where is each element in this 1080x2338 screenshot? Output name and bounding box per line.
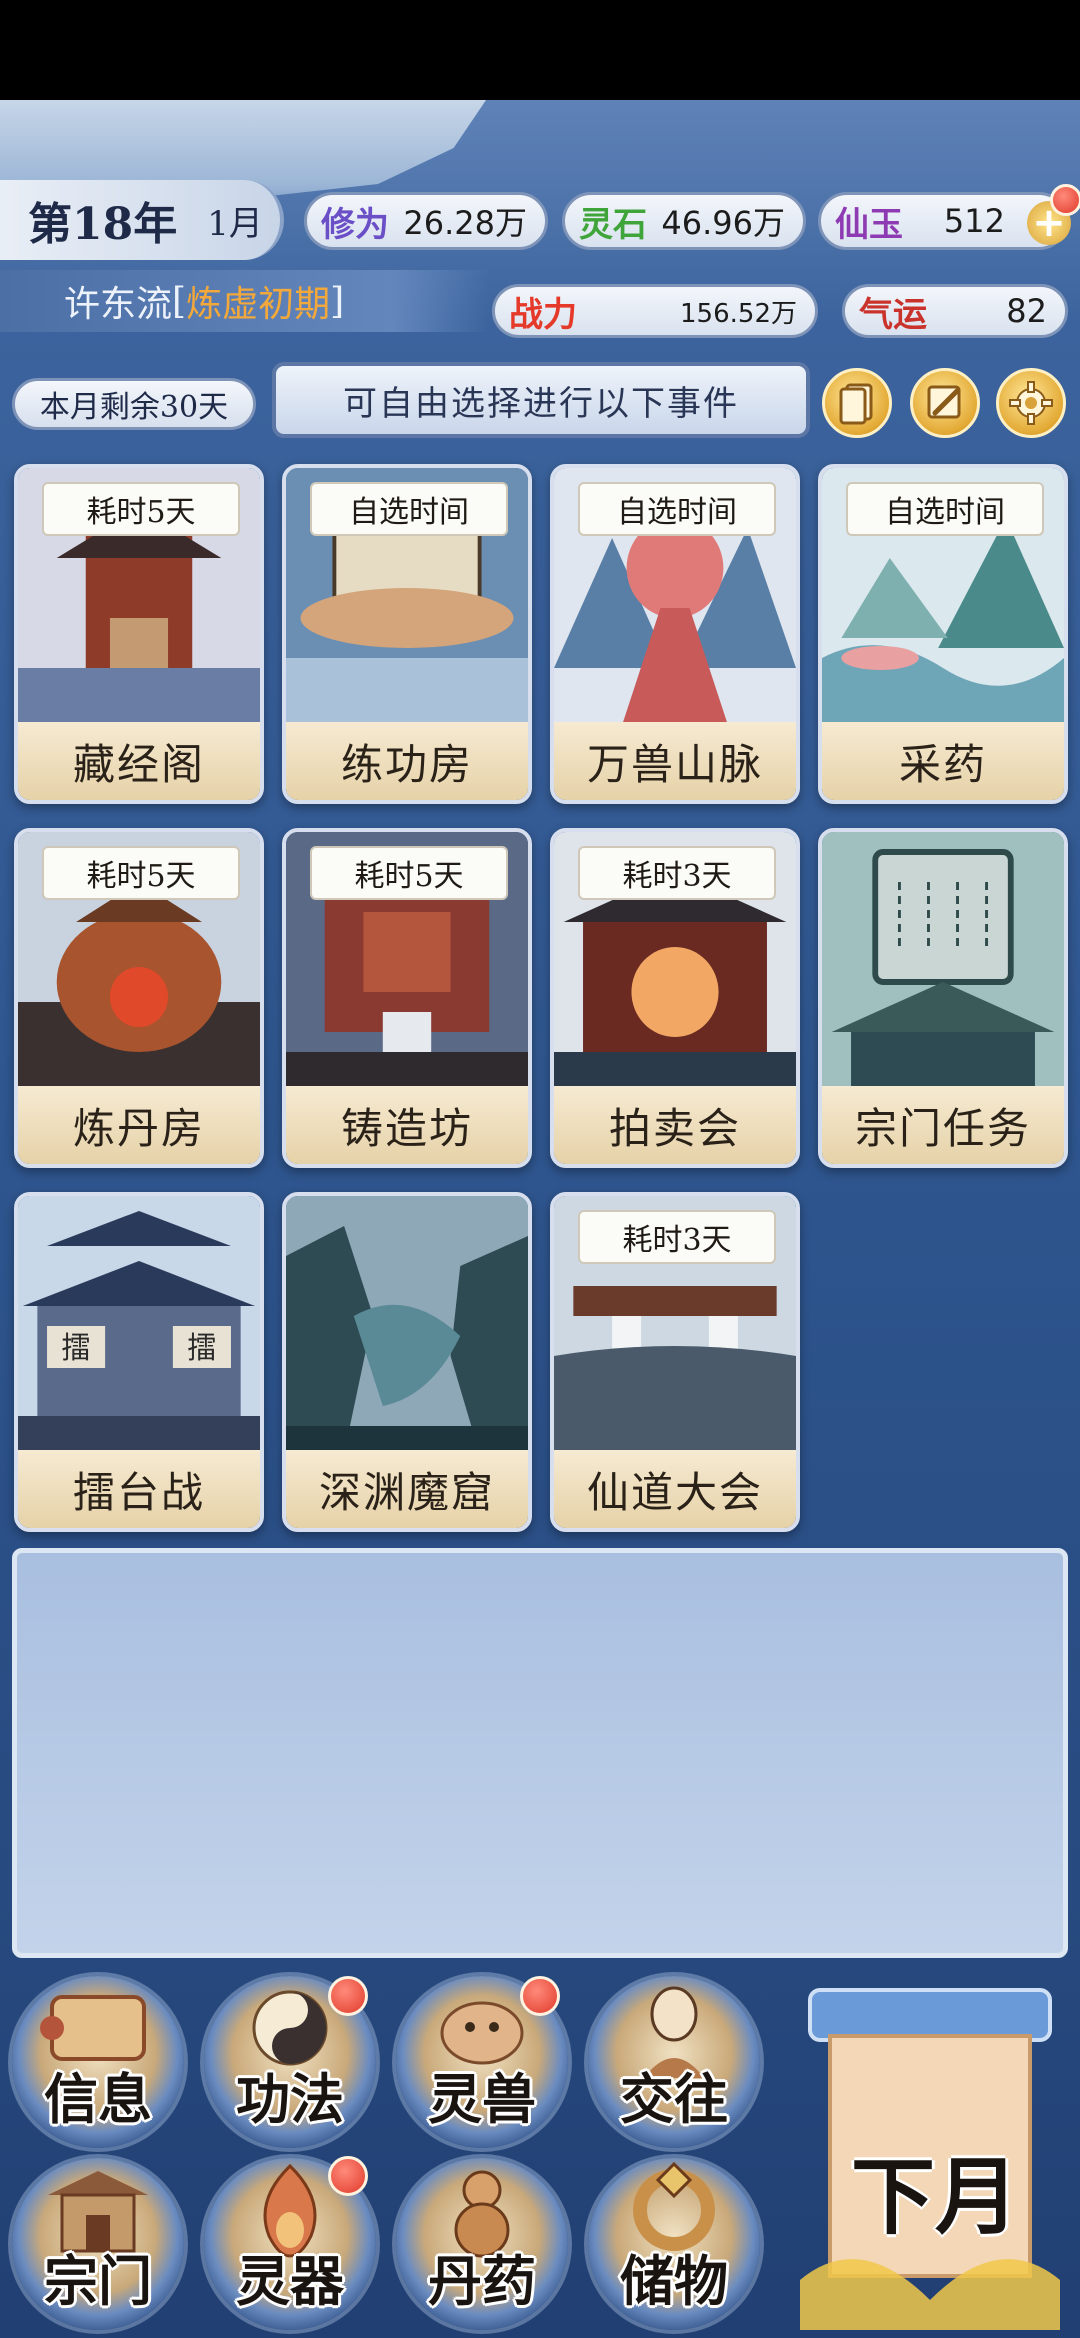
location-card-beast-mountains[interactable]: 自选时间 万兽山脉 [550, 464, 800, 804]
location-name: 万兽山脉 [554, 722, 796, 800]
player-name: 许东流 [64, 284, 173, 325]
realm-bracket-open: [ [172, 280, 187, 322]
spirit-beast-badge [520, 1976, 560, 2016]
event-prompt: 可自由选择进行以下事件 [272, 362, 810, 438]
cards-button[interactable] [822, 368, 892, 438]
sect-missions-art [822, 832, 1064, 1090]
location-card-immortal-conference[interactable]: 耗时3天 仙道大会 [550, 1192, 800, 1532]
location-card-forge[interactable]: 耗时5天 铸造坊 [282, 828, 532, 1168]
combat-power-value: 156.52万 [680, 298, 797, 329]
location-card-auction-house[interactable]: 耗时3天 拍卖会 [550, 828, 800, 1168]
nav-label: 信息 [44, 2067, 152, 2131]
cards-icon [839, 383, 873, 425]
location-card-sect-missions[interactable]: 宗门任务 [818, 828, 1068, 1168]
nav-info-button[interactable]: 信息 [12, 1976, 184, 2148]
days-remaining: 本月剩余30天 [12, 378, 256, 430]
location-name: 擂台战 [18, 1450, 260, 1528]
notification-dot [1050, 184, 1080, 216]
cultivation-counter: 修为 26.28万 [304, 192, 548, 250]
settings-button[interactable] [996, 368, 1066, 438]
message-panel [12, 1548, 1068, 1958]
cultivation-value: 26.28万 [403, 204, 527, 242]
time-cost-tag: 耗时3天 [578, 846, 776, 900]
location-card-alchemy-room[interactable]: 耗时5天 炼丹房 [14, 828, 264, 1168]
arena-art: 擂 擂 [18, 1196, 260, 1454]
nav-label: 宗门 [44, 2249, 152, 2313]
next-month-label: 下月 [850, 2147, 1019, 2246]
luck-value: 82 [1006, 292, 1047, 330]
spirit-stone-label: 灵石 [579, 204, 647, 245]
year-label: 第18年 [28, 199, 178, 250]
jade-value: 512 [943, 202, 1005, 240]
nav-storage-button[interactable]: 储物 [588, 2158, 760, 2330]
techniques-badge [328, 1976, 368, 2016]
next-month-button[interactable]: 下月 [800, 1980, 1060, 2330]
location-name: 仙道大会 [554, 1450, 796, 1528]
location-name: 宗门任务 [822, 1086, 1064, 1164]
cultivation-label: 修为 [321, 204, 389, 245]
jade-label: 仙玉 [835, 204, 903, 245]
spirit-stone-value: 46.96万 [661, 204, 785, 242]
brush-button[interactable] [910, 368, 980, 438]
nav-label: 灵器 [236, 2249, 344, 2313]
time-cost-tag: 自选时间 [846, 482, 1044, 536]
location-card-abyss-cave[interactable]: 深渊魔窟 [282, 1192, 532, 1532]
abyss-cave-art [286, 1196, 528, 1454]
combat-power-counter: 战力 156.52万 [492, 284, 818, 338]
location-name: 采药 [822, 722, 1064, 800]
nav-label: 功法 [236, 2067, 344, 2131]
spirit-stone-counter: 灵石 46.96万 [562, 192, 806, 250]
location-card-training-room[interactable]: 自选时间 练功房 [282, 464, 532, 804]
brush-icon [927, 385, 961, 419]
time-cost-tag: 耗时3天 [578, 1210, 776, 1264]
location-card-arena[interactable]: 擂 擂 擂台战 [14, 1192, 264, 1532]
arena-sign-right: 擂 [187, 1331, 216, 1366]
nav-label: 交往 [620, 2067, 728, 2131]
combat-power-label: 战力 [509, 294, 577, 335]
nav-label: 储物 [620, 2249, 728, 2313]
nav-pills-button[interactable]: 丹药 [396, 2158, 568, 2330]
artifact-badge [328, 2156, 368, 2196]
luck-counter: 气运 82 [842, 284, 1068, 338]
location-name: 拍卖会 [554, 1086, 796, 1164]
time-cost-tag: 耗时5天 [42, 846, 240, 900]
nav-social-button[interactable]: 交往 [588, 1976, 760, 2148]
location-name: 练功房 [286, 722, 528, 800]
arena-sign-left: 擂 [62, 1331, 91, 1366]
time-cost-tag: 耗时5天 [42, 482, 240, 536]
location-name: 藏经阁 [18, 722, 260, 800]
jade-counter: 仙玉 512 + [818, 192, 1071, 250]
time-cost-tag: 耗时5天 [310, 846, 508, 900]
realm-bracket-close: ] [330, 280, 345, 322]
location-name: 炼丹房 [18, 1086, 260, 1164]
time-cost-tag: 自选时间 [578, 482, 776, 536]
nav-label: 丹药 [428, 2249, 536, 2313]
location-card-library[interactable]: 耗时5天 藏经阁 [14, 464, 264, 804]
nav-sect-button[interactable]: 宗门 [12, 2158, 184, 2330]
date-display: 第18年 1月 [0, 180, 284, 260]
location-name: 深渊魔窟 [286, 1450, 528, 1528]
realm-label: 炼虚初期 [186, 284, 331, 325]
nav-label: 灵兽 [428, 2067, 536, 2131]
gear-icon [1009, 381, 1053, 425]
location-card-herb-gathering[interactable]: 自选时间 采药 [818, 464, 1068, 804]
luck-label: 气运 [859, 294, 927, 335]
month-label: 1月 [207, 203, 263, 244]
player-info: 许东流 [ 炼虚初期 ] [0, 270, 490, 332]
status-bar [0, 0, 1080, 100]
location-name: 铸造坊 [286, 1086, 528, 1164]
time-cost-tag: 自选时间 [310, 482, 508, 536]
